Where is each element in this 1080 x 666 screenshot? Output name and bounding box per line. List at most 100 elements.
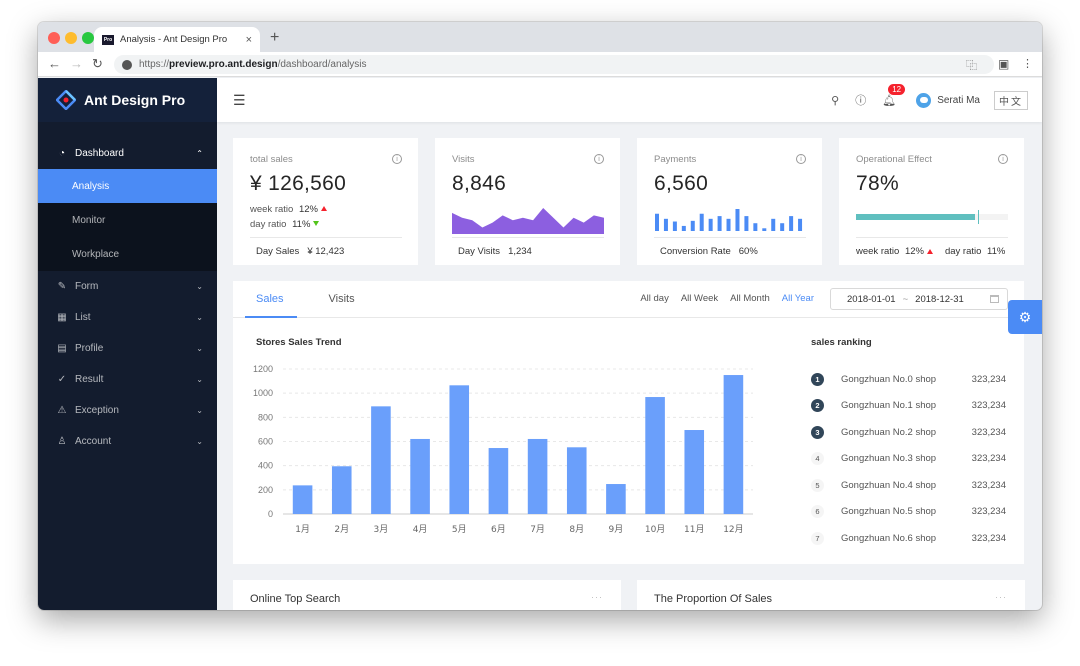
sales-bar[interactable] [645,397,665,514]
sales-bar[interactable] [410,438,430,514]
settings-drawer-button[interactable]: ⚙ [1008,300,1042,334]
info-icon[interactable]: i [796,154,806,164]
check-circle-icon: ✓ [57,374,67,385]
x-tick-label: 11月 [684,524,704,535]
date-range-picker[interactable]: 2018-01-01 ~ 2018-12-31 [830,288,1008,310]
y-tick-label: 1200 [253,364,273,374]
sidebar-item-list[interactable]: ▦ List ⌄ [38,302,217,333]
menu-fold-icon[interactable]: ☰ [233,92,246,109]
tab-sales[interactable]: Sales [256,293,284,305]
tab-title: Analysis - Ant Design Pro [120,34,228,45]
shop-sales-value: 323,234 [971,400,1006,412]
notification-badge: 12 [888,83,906,95]
username[interactable]: Serati Ma [937,95,980,106]
sidebar-item-dashboard[interactable]: ◔ Dashboard ⌃ [38,138,217,169]
sidebar-item-monitor[interactable]: Monitor [38,203,217,237]
stat-title: Visits [452,154,475,165]
tab-visits[interactable]: Visits [329,293,355,305]
info-icon[interactable]: i [998,154,1008,164]
day-ratio: day ratio 11% [250,219,402,230]
sidebar-item-label: Profile [75,343,104,354]
ranking-item: 7 Gongzhuan No.6 shop 323,234 [811,525,1006,552]
range-all-week[interactable]: All Week [681,293,718,304]
url-input[interactable]: https://preview.pro.ant.design/dashboard… [114,55,994,74]
sidebar-item-form[interactable]: ✎ Form ⌄ [38,271,217,302]
sidebar-item-account[interactable]: ♙ Account ⌄ [38,426,217,457]
sales-bar[interactable] [527,438,548,514]
profile-extension-icon[interactable]: ▣ [998,57,1009,71]
range-all-year[interactable]: All Year [782,293,814,304]
tab-close-icon[interactable]: × [246,34,252,46]
info-icon[interactable]: i [392,154,402,164]
close-window-button[interactable] [48,32,60,44]
payments-bar [789,216,794,231]
user-icon: ♙ [57,436,67,447]
sales-card: Sales Visits All day All Week All Month … [233,281,1024,564]
forward-icon[interactable]: → [70,56,83,71]
sales-bar[interactable] [684,430,705,514]
more-icon[interactable]: ··· [995,592,1007,602]
caret-down-icon [313,221,320,226]
sidebar-item-exception[interactable]: ⚠ Exception ⌄ [38,395,217,426]
sales-bar[interactable] [606,484,626,514]
dashboard-icon: ◔ [58,148,66,159]
x-tick-label: 6月 [491,524,506,535]
minimize-window-button[interactable] [65,32,77,44]
chevron-down-icon: ⌄ [196,282,203,291]
gear-icon: ⚙ [1018,308,1032,325]
translate-icon[interactable]: ⿻ [966,57,977,73]
progress-fill [856,214,975,220]
visits-area-chart [452,208,604,234]
language-switch[interactable]: 中文 [994,90,1028,110]
stat-trend [856,200,1008,241]
sidebar-item-workplace[interactable]: Workplace [38,237,217,271]
ranking-item: 5 Gongzhuan No.4 shop 323,234 [811,472,1006,499]
sidebar-item-result[interactable]: ✓ Result ⌄ [38,364,217,395]
x-tick-label: 12月 [723,524,743,535]
browser-tab[interactable]: Pro Analysis - Ant Design Pro × [94,27,260,52]
progress-track [856,210,1008,224]
maximize-window-button[interactable] [82,32,94,44]
tab-ink-bar [245,316,297,318]
sidebar: Ant Design Pro ◔ Dashboard ⌃ Analysis Mo… [38,78,217,610]
calendar-icon [990,295,999,303]
sales-bar[interactable] [488,448,509,514]
info-icon[interactable]: i [594,154,604,164]
range-all-month[interactable]: All Month [730,293,770,304]
sales-bar[interactable] [449,385,470,514]
notification-bell-icon[interactable]: 🔔︎ 12 [882,83,906,107]
sales-bar[interactable] [566,447,587,514]
x-tick-label: 1月 [295,524,310,535]
sales-bar[interactable] [723,375,744,514]
more-icon[interactable]: ··· [591,592,603,602]
sales-bar[interactable] [292,485,313,514]
online-top-search-card: Online Top Search ··· [233,580,621,610]
browser-menu-icon[interactable]: ⋮ [1022,57,1033,70]
url-scheme: https:// [139,59,170,70]
site-info-icon[interactable] [122,59,132,70]
x-tick-label: 3月 [374,524,389,535]
stat-trend [452,200,604,241]
stat-card-total-sales: total sales i ¥ 126,560 week ratio 12% d… [233,138,418,265]
sidebar-item-analysis[interactable]: Analysis [38,169,217,203]
search-icon[interactable]: ⚲ [831,94,839,107]
sidebar-item-label: Account [75,436,112,447]
brand-logo[interactable]: Ant Design Pro [38,78,217,122]
x-tick-label: 4月 [413,524,428,535]
avatar[interactable] [916,92,932,108]
help-icon[interactable]: ⓘ [855,92,866,108]
sales-bar[interactable] [371,406,391,514]
reload-icon[interactable]: ↻ [92,56,103,72]
stat-value: 8,846 [452,172,507,195]
payments-bar [798,218,803,231]
range-all-day[interactable]: All day [640,293,669,304]
back-icon[interactable]: ← [48,56,61,71]
caret-up-icon [320,206,327,211]
sales-bar[interactable] [331,466,352,514]
url-host: preview.pro.ant.design [169,59,278,70]
y-tick-label: 1000 [253,388,273,398]
sidebar-item-profile[interactable]: ▤ Profile ⌄ [38,333,217,364]
warning-icon: ⚠ [57,405,67,416]
new-tab-button[interactable]: + [270,29,279,47]
sidebar-item-label: Form [75,281,99,292]
